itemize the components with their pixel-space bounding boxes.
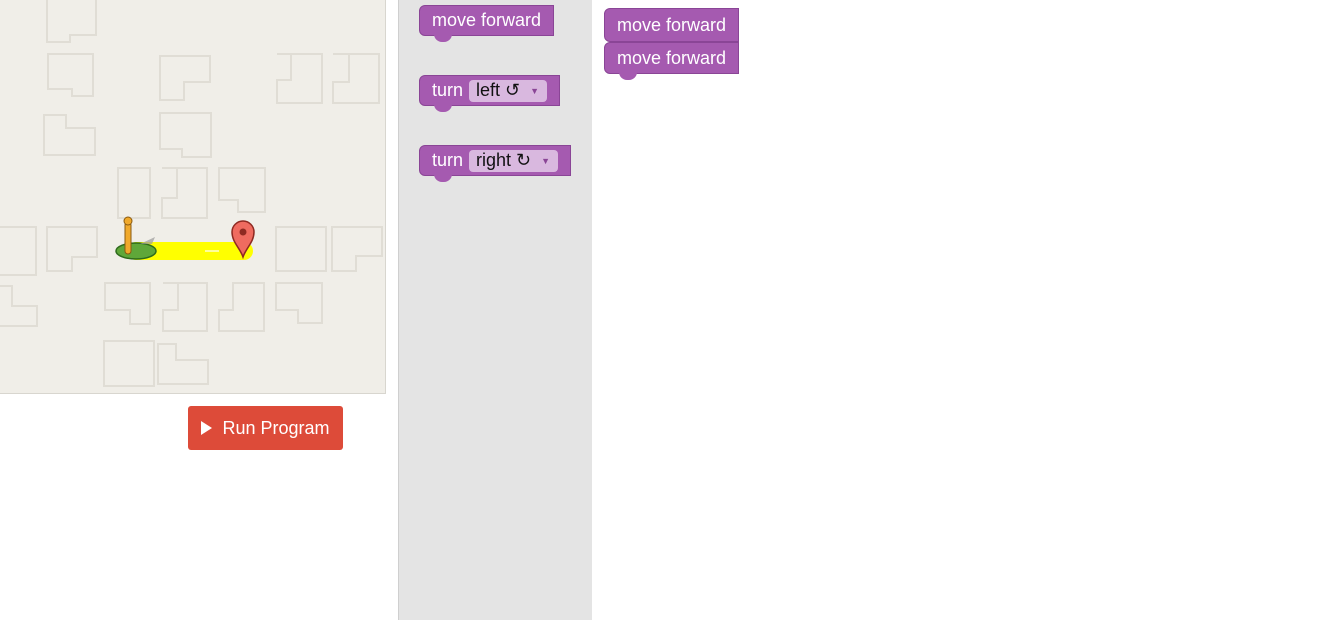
block-label: turn	[432, 150, 464, 170]
dropdown-value: right ↻	[476, 150, 532, 170]
toolbox-move-forward-block[interactable]: move forward	[419, 5, 555, 42]
dropdown-arrow-icon: ▼	[530, 85, 540, 96]
workspace-move-forward-block[interactable]: move forward	[604, 8, 740, 42]
play-icon	[201, 421, 213, 435]
maze-tiles	[0, 0, 383, 387]
maze-canvas	[0, 0, 386, 394]
turn-direction-dropdown[interactable]: left ↺ ▼	[469, 79, 548, 102]
toolbox-turn-left-block[interactable]: turn left ↺ ▼	[419, 75, 561, 112]
block-label: move forward	[617, 47, 727, 68]
block-label: turn	[432, 80, 464, 100]
run-program-label: Run Program	[222, 417, 330, 438]
workspace-move-forward-block[interactable]: move forward	[604, 42, 740, 80]
block-label: move forward	[617, 14, 727, 35]
toolbox-turn-right-block[interactable]: turn right ↻ ▼	[419, 145, 572, 182]
maze-board	[0, 0, 383, 387]
toolbox: move forward turn left ↺ ▼ turn right ↻ …	[398, 0, 592, 620]
block-label: move forward	[432, 10, 542, 30]
dropdown-arrow-icon: ▼	[541, 155, 551, 166]
run-program-button[interactable]: Run Program	[188, 406, 343, 450]
workspace[interactable]: move forward move forward	[592, 0, 1323, 620]
turn-direction-dropdown[interactable]: right ↻ ▼	[469, 149, 559, 172]
pegman-start-icon	[115, 216, 157, 260]
dropdown-value: left ↺	[476, 80, 521, 100]
